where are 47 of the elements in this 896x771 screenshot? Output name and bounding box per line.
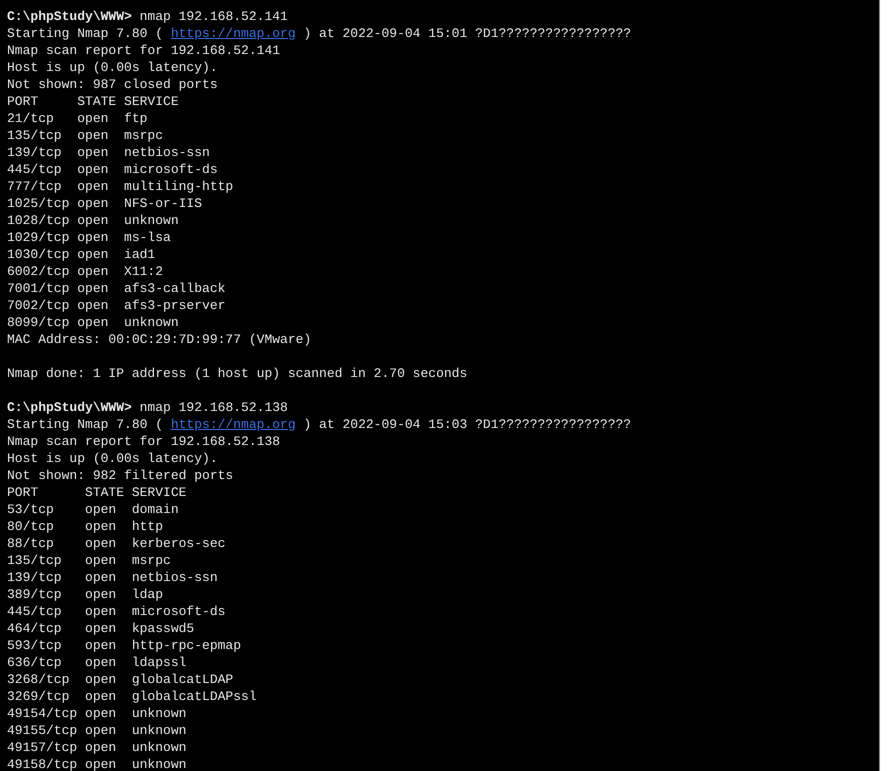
terminal-text: ) at 2022-09-04 15:03 ?D1????????????????? bbox=[302, 417, 632, 432]
terminal-line: 3269/tcp open globalcatLDAPssl bbox=[7, 688, 258, 705]
terminal-line: 88/tcp open kerberos-sec bbox=[7, 535, 226, 552]
terminal-line: MAC Address: 00:0C:29:7D:99:77 (VMware) bbox=[7, 331, 312, 348]
terminal-line: 6002/tcp open X11:2 bbox=[7, 263, 164, 280]
terminal-line: 1028/tcp open unknown bbox=[7, 212, 180, 229]
terminal-line: 49157/tcp open unknown bbox=[7, 739, 188, 756]
terminal-text: Starting Nmap 7.80 ( bbox=[7, 417, 164, 432]
terminal-line: 7001/tcp open afs3-callback bbox=[7, 280, 226, 297]
terminal-line: Host is up (0.00s latency). bbox=[7, 450, 219, 467]
terminal-line: 80/tcp open http bbox=[7, 518, 164, 535]
terminal-line: C:\phpStudy\WWW> nmap 192.168.52.141 bbox=[7, 8, 289, 25]
terminal-line: 8099/tcp open unknown bbox=[7, 314, 180, 331]
terminal-line: Nmap scan report for 192.168.52.138 bbox=[7, 433, 282, 450]
terminal-line: PORT STATE SERVICE bbox=[7, 93, 180, 110]
terminal-line: 389/tcp open ldap bbox=[7, 586, 164, 603]
terminal-line: 49154/tcp open unknown bbox=[7, 705, 188, 722]
terminal-line: C:\phpStudy\WWW> nmap 192.168.52.138 bbox=[7, 399, 289, 416]
terminal-line: 135/tcp open msrpc bbox=[7, 552, 172, 569]
terminal-text: ) at 2022-09-04 15:01 ?D1????????????????? bbox=[302, 26, 632, 41]
terminal-line: Nmap scan report for 192.168.52.141 bbox=[7, 42, 282, 59]
terminal-line: 1025/tcp open NFS-or-IIS bbox=[7, 195, 204, 212]
terminal-line: Nmap done: 1 IP address (1 host up) scanned in 2.70 seconds bbox=[7, 365, 468, 382]
terminal-line: Not shown: 982 filtered ports bbox=[7, 467, 234, 484]
terminal-line: 464/tcp open kpasswd5 bbox=[7, 620, 196, 637]
terminal-line: 445/tcp open microsoft-ds bbox=[7, 603, 226, 620]
terminal-line: 636/tcp open ldapssl bbox=[7, 654, 188, 671]
terminal-line: 445/tcp open microsoft-ds bbox=[7, 161, 219, 178]
terminal-text: Starting Nmap 7.80 ( bbox=[7, 26, 164, 41]
terminal-line: 139/tcp open netbios-ssn bbox=[7, 144, 211, 161]
terminal-line: PORT STATE SERVICE bbox=[7, 484, 188, 501]
terminal-line: 139/tcp open netbios-ssn bbox=[7, 569, 219, 586]
url-link[interactable]: https://nmap.org bbox=[170, 417, 296, 432]
terminal-line: 21/tcp open ftp bbox=[7, 110, 148, 127]
terminal-line: Not shown: 987 closed ports bbox=[7, 76, 219, 93]
terminal-line: 1029/tcp open ms-lsa bbox=[7, 229, 172, 246]
url-link[interactable]: https://nmap.org bbox=[170, 26, 296, 41]
terminal-line: 53/tcp open domain bbox=[7, 501, 180, 518]
terminal-line: 3268/tcp open globalcatLDAP bbox=[7, 671, 234, 688]
terminal-line: 135/tcp open msrpc bbox=[7, 127, 164, 144]
terminal-line: 49155/tcp open unknown bbox=[7, 722, 188, 739]
terminal-line: Host is up (0.00s latency). bbox=[7, 59, 219, 76]
terminal-line: 593/tcp open http-rpc-epmap bbox=[7, 637, 242, 654]
terminal-line: 777/tcp open multiling-http bbox=[7, 178, 234, 195]
terminal-line: 1030/tcp open iad1 bbox=[7, 246, 156, 263]
terminal-line: 49158/tcp open unknown bbox=[7, 756, 188, 771]
terminal-line: 7002/tcp open afs3-prserver bbox=[7, 297, 226, 314]
